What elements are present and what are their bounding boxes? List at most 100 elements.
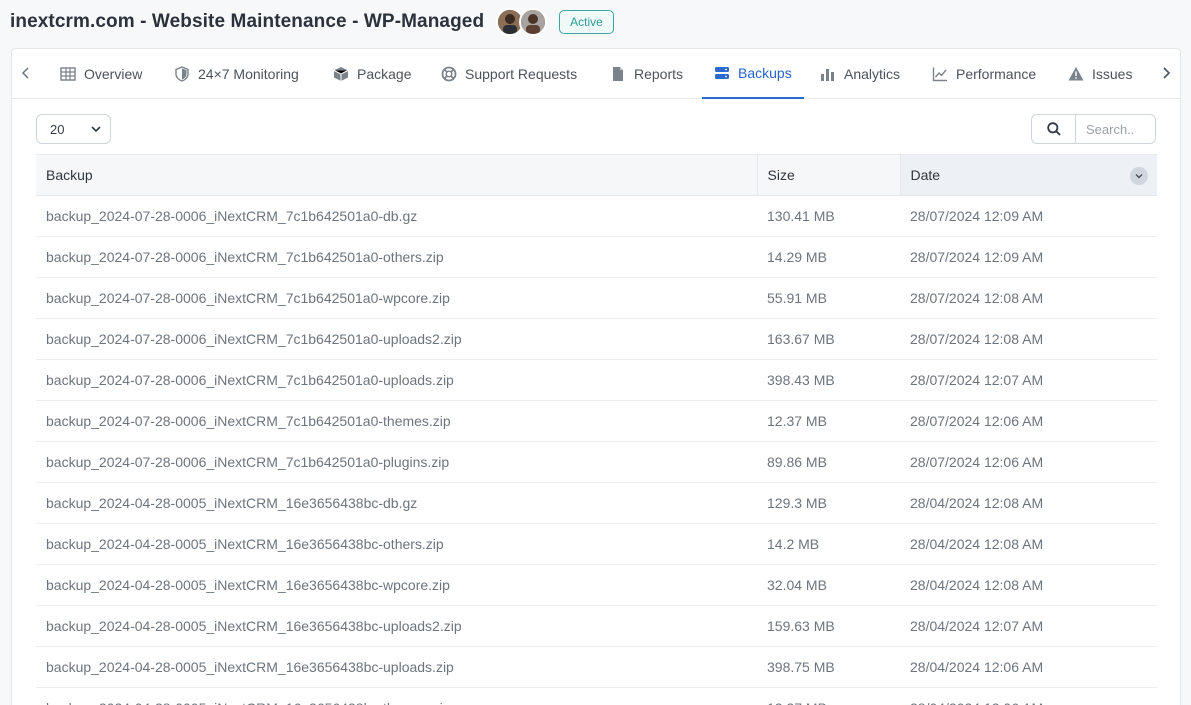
table-row[interactable]: backup_2024-07-28-0006_iNextCRM_7c1b6425… (36, 318, 1157, 360)
tab-label: Issues (1092, 66, 1133, 82)
table-header-row: Backup Size Date (36, 154, 1157, 196)
cell-backup-name[interactable]: backup_2024-07-28-0006_iNextCRM_7c1b6425… (36, 400, 757, 442)
line-chart-icon (932, 66, 948, 82)
page-size-select[interactable]: 20 (36, 114, 111, 144)
search-icon (1046, 122, 1061, 136)
server-icon (714, 65, 730, 81)
backups-table: Backup Size Date backup_2024-07-28-0006_… (36, 154, 1157, 705)
cell-backup-name[interactable]: backup_2024-07-28-0006_iNextCRM_7c1b6425… (36, 195, 757, 237)
tab-scroll-right[interactable] (1154, 61, 1178, 85)
search-input[interactable] (1076, 115, 1154, 143)
cell-size: 14.29 MB (757, 236, 900, 278)
avatar-group[interactable] (496, 8, 548, 36)
cell-size: 55.91 MB (757, 277, 900, 319)
table-row[interactable]: backup_2024-07-28-0006_iNextCRM_7c1b6425… (36, 236, 1157, 278)
file-icon (610, 66, 626, 82)
cell-date: 28/07/2024 12:06 AM (900, 400, 1157, 442)
cell-date: 28/07/2024 12:06 AM (900, 441, 1157, 483)
tab-reports[interactable]: Reports (610, 49, 683, 99)
table-row[interactable]: backup_2024-07-28-0006_iNextCRM_7c1b6425… (36, 400, 1157, 442)
cell-date: 28/04/2024 12:06 AM (900, 687, 1157, 705)
cell-backup-name[interactable]: backup_2024-04-28-0005_iNextCRM_16e36564… (36, 564, 757, 606)
column-header-date[interactable]: Date (899, 154, 1157, 196)
cell-size: 89.86 MB (757, 441, 900, 483)
tab-label: 24×7 Monitoring (198, 66, 299, 82)
tab-label: Overview (84, 66, 143, 82)
cell-backup-name[interactable]: backup_2024-04-28-0005_iNextCRM_16e36564… (36, 523, 757, 565)
chevron-left-icon (21, 67, 29, 79)
grid-icon (60, 66, 76, 82)
table-row[interactable]: backup_2024-07-28-0006_iNextCRM_7c1b6425… (36, 441, 1157, 483)
cell-date: 28/07/2024 12:07 AM (900, 359, 1157, 401)
box-icon (333, 66, 349, 82)
tab-label: Performance (956, 66, 1037, 82)
bar-chart-icon (820, 66, 836, 82)
column-header-size[interactable]: Size (756, 154, 900, 196)
cell-date: 28/04/2024 12:06 AM (900, 646, 1157, 688)
table-body: backup_2024-07-28-0006_iNextCRM_7c1b6425… (36, 195, 1157, 705)
cell-size: 398.43 MB (757, 359, 900, 401)
cell-size: 32.04 MB (757, 564, 900, 606)
tab-overview[interactable]: Overview (60, 49, 142, 99)
cell-size: 159.63 MB (757, 605, 900, 647)
status-badge: Active (559, 10, 614, 34)
cell-backup-name[interactable]: backup_2024-04-28-0005_iNextCRM_16e36564… (36, 605, 757, 647)
tab-label: Package (357, 66, 412, 82)
cell-date: 28/04/2024 12:08 AM (900, 482, 1157, 524)
table-row[interactable]: backup_2024-04-28-0005_iNextCRM_16e36564… (36, 605, 1157, 647)
cell-backup-name[interactable]: backup_2024-07-28-0006_iNextCRM_7c1b6425… (36, 277, 757, 319)
cell-date: 28/07/2024 12:09 AM (900, 195, 1157, 237)
chevron-down-icon (91, 126, 101, 133)
cell-size: 12.37 MB (757, 687, 900, 705)
search-group (1031, 114, 1156, 144)
page-size-value: 20 (50, 121, 65, 137)
cell-size: 163.67 MB (757, 318, 900, 360)
tab-backups[interactable]: Backups (702, 49, 804, 99)
tab-issues[interactable]: Issues (1068, 49, 1132, 99)
tab-label: Analytics (844, 66, 901, 82)
search-button[interactable] (1032, 115, 1076, 143)
table-row[interactable]: backup_2024-07-28-0006_iNextCRM_7c1b6425… (36, 277, 1157, 319)
cell-backup-name[interactable]: backup_2024-07-28-0006_iNextCRM_7c1b6425… (36, 441, 757, 483)
tab-performance[interactable]: Performance (932, 49, 1036, 99)
column-header-date-label: Date (910, 167, 941, 183)
cell-date: 28/04/2024 12:08 AM (900, 523, 1157, 565)
page-title: inextcrm.com - Website Maintenance - WP-… (10, 11, 485, 32)
tab-monitoring[interactable]: 24×7 Monitoring (174, 49, 299, 99)
table-row[interactable]: backup_2024-04-28-0005_iNextCRM_16e36564… (36, 687, 1157, 705)
tab-support-requests[interactable]: Support Requests (441, 49, 577, 99)
cell-backup-name[interactable]: backup_2024-07-28-0006_iNextCRM_7c1b6425… (36, 318, 757, 360)
user-photo-icon (521, 10, 546, 34)
main-card: Overview 24×7 Monitoring Package Support… (11, 48, 1181, 705)
table-row[interactable]: backup_2024-07-28-0006_iNextCRM_7c1b6425… (36, 195, 1157, 237)
table-row[interactable]: backup_2024-04-28-0005_iNextCRM_16e36564… (36, 523, 1157, 565)
cell-size: 14.2 MB (757, 523, 900, 565)
tab-scroll-left[interactable] (14, 61, 38, 85)
table-row[interactable]: backup_2024-07-28-0006_iNextCRM_7c1b6425… (36, 359, 1157, 401)
tab-label: Backups (738, 65, 792, 81)
table-row[interactable]: backup_2024-04-28-0005_iNextCRM_16e36564… (36, 564, 1157, 606)
tab-label: Support Requests (465, 66, 578, 82)
lifebuoy-icon (441, 66, 457, 82)
column-header-backup[interactable]: Backup (36, 154, 757, 196)
avatar[interactable] (519, 8, 548, 36)
cell-backup-name[interactable]: backup_2024-07-28-0006_iNextCRM_7c1b6425… (36, 236, 757, 278)
cell-date: 28/04/2024 12:07 AM (900, 605, 1157, 647)
warning-icon (1068, 66, 1084, 82)
cell-backup-name[interactable]: backup_2024-04-28-0005_iNextCRM_16e36564… (36, 482, 757, 524)
sort-toggle[interactable] (1130, 167, 1148, 185)
cell-date: 28/07/2024 12:08 AM (900, 277, 1157, 319)
cell-size: 398.75 MB (757, 646, 900, 688)
tab-label: Reports (634, 66, 684, 82)
cell-backup-name[interactable]: backup_2024-07-28-0006_iNextCRM_7c1b6425… (36, 359, 757, 401)
shield-icon (174, 66, 190, 82)
cell-backup-name[interactable]: backup_2024-04-28-0005_iNextCRM_16e36564… (36, 646, 757, 688)
tab-analytics[interactable]: Analytics (820, 49, 900, 99)
chevron-right-icon (1163, 67, 1171, 79)
table-row[interactable]: backup_2024-04-28-0005_iNextCRM_16e36564… (36, 646, 1157, 688)
cell-date: 28/04/2024 12:08 AM (900, 564, 1157, 606)
cell-backup-name[interactable]: backup_2024-04-28-0005_iNextCRM_16e36564… (36, 687, 757, 705)
table-row[interactable]: backup_2024-04-28-0005_iNextCRM_16e36564… (36, 482, 1157, 524)
page-header: inextcrm.com - Website Maintenance - WP-… (10, 8, 614, 36)
tab-package[interactable]: Package (333, 49, 411, 99)
